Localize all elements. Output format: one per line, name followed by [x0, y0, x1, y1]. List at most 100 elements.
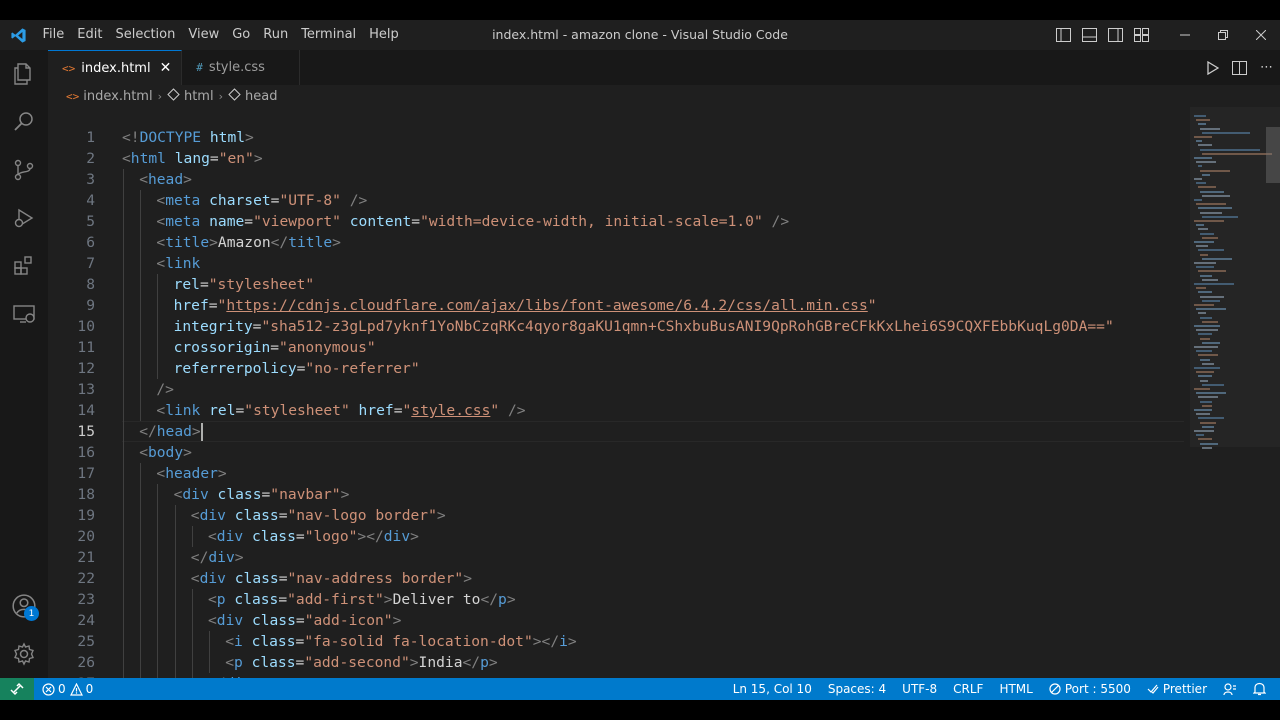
- customize-layout-icon[interactable]: [1128, 20, 1154, 50]
- minimap-line: [1202, 404, 1212, 407]
- code-line[interactable]: 19 <div class="nav-logo border">: [48, 505, 1188, 526]
- encoding[interactable]: UTF-8: [894, 678, 945, 700]
- tab-index-html[interactable]: <> index.html ✕: [48, 50, 183, 85]
- toggle-panel-icon[interactable]: [1076, 20, 1102, 50]
- toggle-primary-sidebar-icon[interactable]: [1050, 20, 1076, 50]
- line-number: 11: [77, 339, 95, 356]
- menu-edit[interactable]: Edit: [71, 20, 109, 50]
- close-window-icon[interactable]: [1242, 20, 1280, 50]
- more-actions-icon[interactable]: ⋯: [1253, 50, 1280, 85]
- toggle-secondary-sidebar-icon[interactable]: [1102, 20, 1128, 50]
- code-line[interactable]: 10 integrity="sha512-z3gLpd7yknf1YoNbCzqR…: [48, 316, 1188, 337]
- code-line[interactable]: 25 <i class="fa-solid fa-location-dot"></…: [48, 631, 1188, 652]
- breadcrumb-file[interactable]: index.html: [83, 89, 152, 104]
- code-line[interactable]: 20 <div class="logo"></div>: [48, 526, 1188, 547]
- code-token: "nav-logo border": [287, 507, 437, 524]
- code-line[interactable]: 26 <p class="add-second">India</p>: [48, 652, 1188, 673]
- menu-go[interactable]: Go: [226, 20, 257, 50]
- code-token: <: [156, 234, 166, 251]
- remote-explorer-icon[interactable]: [0, 290, 48, 338]
- code-line[interactable]: 13 />: [48, 379, 1188, 400]
- code-line[interactable]: 22 <div class="nav-address border">: [48, 568, 1188, 589]
- code-line[interactable]: 15 </head>: [48, 421, 1188, 442]
- code-line[interactable]: 21 </div>: [48, 547, 1188, 568]
- indentation[interactable]: Spaces: 4: [820, 678, 894, 700]
- tab-style-css[interactable]: # style.css: [182, 50, 301, 85]
- extensions-icon[interactable]: [0, 242, 48, 290]
- code-line[interactable]: 5 <meta name="viewport" content="width=de…: [48, 211, 1188, 232]
- code-token: />: [771, 213, 790, 230]
- line-number: 13: [77, 381, 95, 398]
- code-line[interactable]: 12 referrerpolicy="no-referrer": [48, 358, 1188, 379]
- double-check-icon: [1147, 684, 1159, 694]
- code-text: </head>: [139, 421, 203, 442]
- code-line[interactable]: 16 <body>: [48, 442, 1188, 463]
- port-label: Port : 5500: [1064, 682, 1131, 696]
- run-file-icon[interactable]: [1199, 50, 1226, 85]
- html-file-icon: <>: [62, 61, 76, 75]
- minimap-line: [1198, 333, 1212, 336]
- split-editor-icon[interactable]: [1226, 50, 1253, 85]
- code-editor[interactable]: 1 <!DOCTYPE html> 2 <html lang="en"> 3 <head>…: [48, 107, 1280, 678]
- menu-help[interactable]: Help: [363, 20, 406, 50]
- code-line[interactable]: 14 <link rel="stylesheet" href="style.css…: [48, 400, 1188, 421]
- menu-view[interactable]: View: [182, 20, 226, 50]
- vertical-scrollbar[interactable]: [1266, 127, 1280, 183]
- code-line[interactable]: 6 <title>Amazon</title>: [48, 232, 1188, 253]
- source-control-icon[interactable]: [0, 146, 48, 194]
- code-line[interactable]: 2 <html lang="en">: [48, 148, 1188, 169]
- code-token: >: [436, 507, 446, 524]
- minimap-line: [1200, 190, 1224, 193]
- indent-guide: [123, 442, 124, 463]
- code-line[interactable]: 8 rel="stylesheet": [48, 274, 1188, 295]
- code-line[interactable]: 11 crossorigin="anonymous": [48, 337, 1188, 358]
- explorer-icon[interactable]: [0, 50, 48, 98]
- end-of-line[interactable]: CRLF: [945, 678, 991, 700]
- menu-file[interactable]: File: [36, 20, 71, 50]
- code-line[interactable]: 23 <p class="add-first">Deliver to</p>: [48, 589, 1188, 610]
- problems-indicator[interactable]: 0 0: [34, 678, 101, 700]
- code-line[interactable]: 1 <!DOCTYPE html>: [48, 127, 1188, 148]
- notifications-bell-icon[interactable]: [1245, 678, 1274, 700]
- code-line[interactable]: 9 href= "https://cdnjs.cloudflare.com/ajax…: [48, 295, 1188, 316]
- code-token: "add-second": [304, 654, 410, 671]
- run-debug-icon[interactable]: [0, 194, 48, 242]
- code-line[interactable]: 4 <meta charset="UTF-8" />: [48, 190, 1188, 211]
- manage-gear-icon[interactable]: [0, 630, 48, 678]
- indent-guide: [140, 547, 142, 568]
- code-token: >: [410, 528, 419, 545]
- breadcrumb-head[interactable]: head: [245, 89, 277, 104]
- feedback-icon[interactable]: [1215, 678, 1245, 700]
- code-text: <div class="add-icon">: [208, 610, 401, 631]
- menu-selection[interactable]: Selection: [109, 20, 182, 50]
- language-mode[interactable]: HTML: [991, 678, 1040, 700]
- menu-run[interactable]: Run: [257, 20, 295, 50]
- account-icon[interactable]: 1: [0, 582, 48, 630]
- code-token: =: [270, 339, 280, 356]
- prettier-status[interactable]: Prettier: [1139, 678, 1215, 700]
- indent-guide: [140, 190, 142, 211]
- code-line[interactable]: 18 <div class="navbar">: [48, 484, 1188, 505]
- code-token: Amazon: [217, 234, 271, 251]
- search-icon[interactable]: [0, 98, 48, 146]
- live-server-port[interactable]: Port : 5500: [1041, 678, 1139, 700]
- code-line[interactable]: 3 <head>: [48, 169, 1188, 190]
- close-tab-icon[interactable]: ✕: [160, 60, 172, 76]
- cursor-position[interactable]: Ln 15, Col 10: [725, 678, 820, 700]
- code-token: "add-icon": [304, 612, 393, 629]
- line-number: 24: [77, 612, 95, 629]
- minimize-icon[interactable]: [1166, 20, 1204, 50]
- remote-indicator-icon[interactable]: [0, 678, 34, 700]
- breadcrumb-html[interactable]: html: [184, 89, 214, 104]
- code-token: />: [507, 402, 526, 419]
- minimap[interactable]: [1190, 107, 1280, 678]
- code-line[interactable]: 17 <header>: [48, 463, 1188, 484]
- restore-icon[interactable]: [1204, 20, 1242, 50]
- code-line[interactable]: 24 <div class="add-icon">: [48, 610, 1188, 631]
- menu-terminal[interactable]: Terminal: [295, 20, 363, 50]
- indent-guide: [123, 358, 124, 379]
- code-line[interactable]: 7 <link: [48, 253, 1188, 274]
